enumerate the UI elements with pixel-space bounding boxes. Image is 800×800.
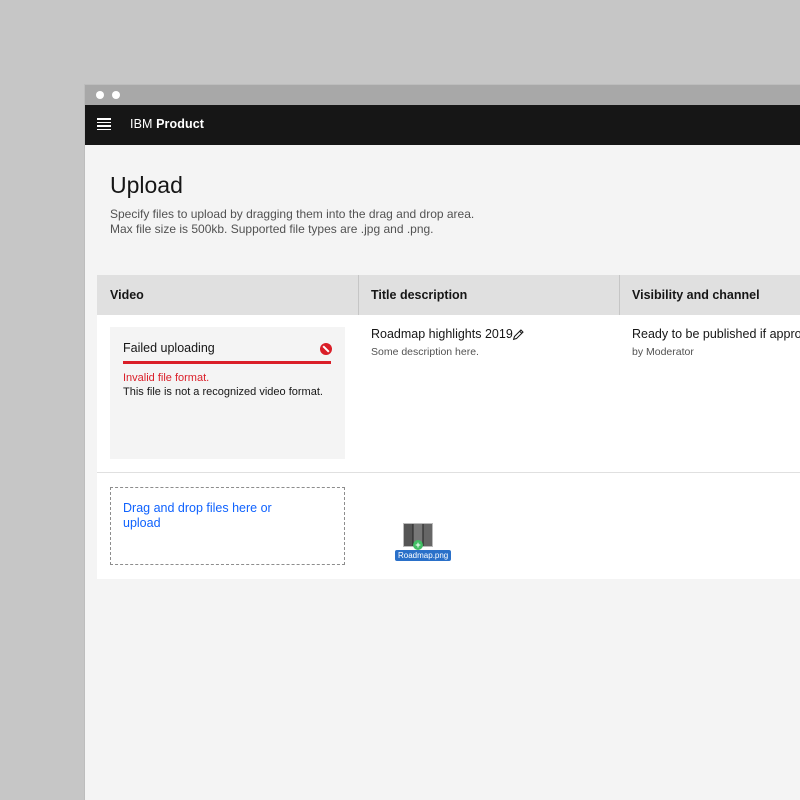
video-description: Some description here.	[371, 346, 479, 358]
failed-upload-card: Failed uploading Invalid file format. Th…	[110, 327, 345, 459]
pencil-icon[interactable]	[512, 328, 525, 341]
helper-text: Specify files to upload by dragging them…	[110, 207, 474, 237]
app-header: IBM Product	[85, 105, 800, 145]
browser-window: IBM Product Upload Specify files to uplo…	[85, 85, 800, 800]
dragged-file[interactable]: + Roadmap.png	[395, 523, 452, 563]
column-divider	[358, 275, 359, 315]
column-header-visibility: Visibility and channel	[632, 288, 760, 302]
page-title: Upload	[110, 172, 183, 198]
column-header-video: Video	[110, 288, 144, 302]
brand-name: Product	[156, 117, 205, 131]
error-title: Invalid file format.	[123, 372, 210, 384]
hamburger-icon[interactable]	[97, 118, 111, 131]
app-brand[interactable]: IBM Product	[130, 117, 204, 131]
upload-status: Failed uploading	[123, 341, 215, 355]
visibility-status: Ready to be published if approved	[632, 327, 800, 341]
video-title: Roadmap highlights 2019	[371, 327, 513, 341]
error-filled-icon	[320, 343, 332, 355]
dropzone-label[interactable]: Drag and drop files here or upload	[123, 501, 283, 531]
brand-prefix: IBM	[130, 117, 153, 131]
error-description: This file is not a recognized video form…	[123, 386, 323, 398]
plus-icon: +	[413, 540, 423, 550]
dragged-filename: Roadmap.png	[395, 550, 452, 561]
helper-line-2: Max file size is 500kb. Supported file t…	[110, 222, 434, 236]
upload-table: Video Title description Visibility and c…	[97, 275, 800, 579]
row-divider	[97, 472, 800, 473]
table-header: Video Title description Visibility and c…	[97, 275, 800, 315]
window-titlebar	[85, 85, 800, 105]
visibility-channel: by Moderator	[632, 346, 694, 358]
window-dot-minimize[interactable]	[112, 91, 120, 99]
upload-progress-bar	[123, 361, 331, 364]
helper-line-1: Specify files to upload by dragging them…	[110, 207, 475, 221]
drag-drop-area[interactable]: Drag and drop files here or upload	[110, 487, 345, 565]
column-header-title: Title description	[371, 288, 468, 302]
column-divider	[619, 275, 620, 315]
window-dot-close[interactable]	[96, 91, 104, 99]
